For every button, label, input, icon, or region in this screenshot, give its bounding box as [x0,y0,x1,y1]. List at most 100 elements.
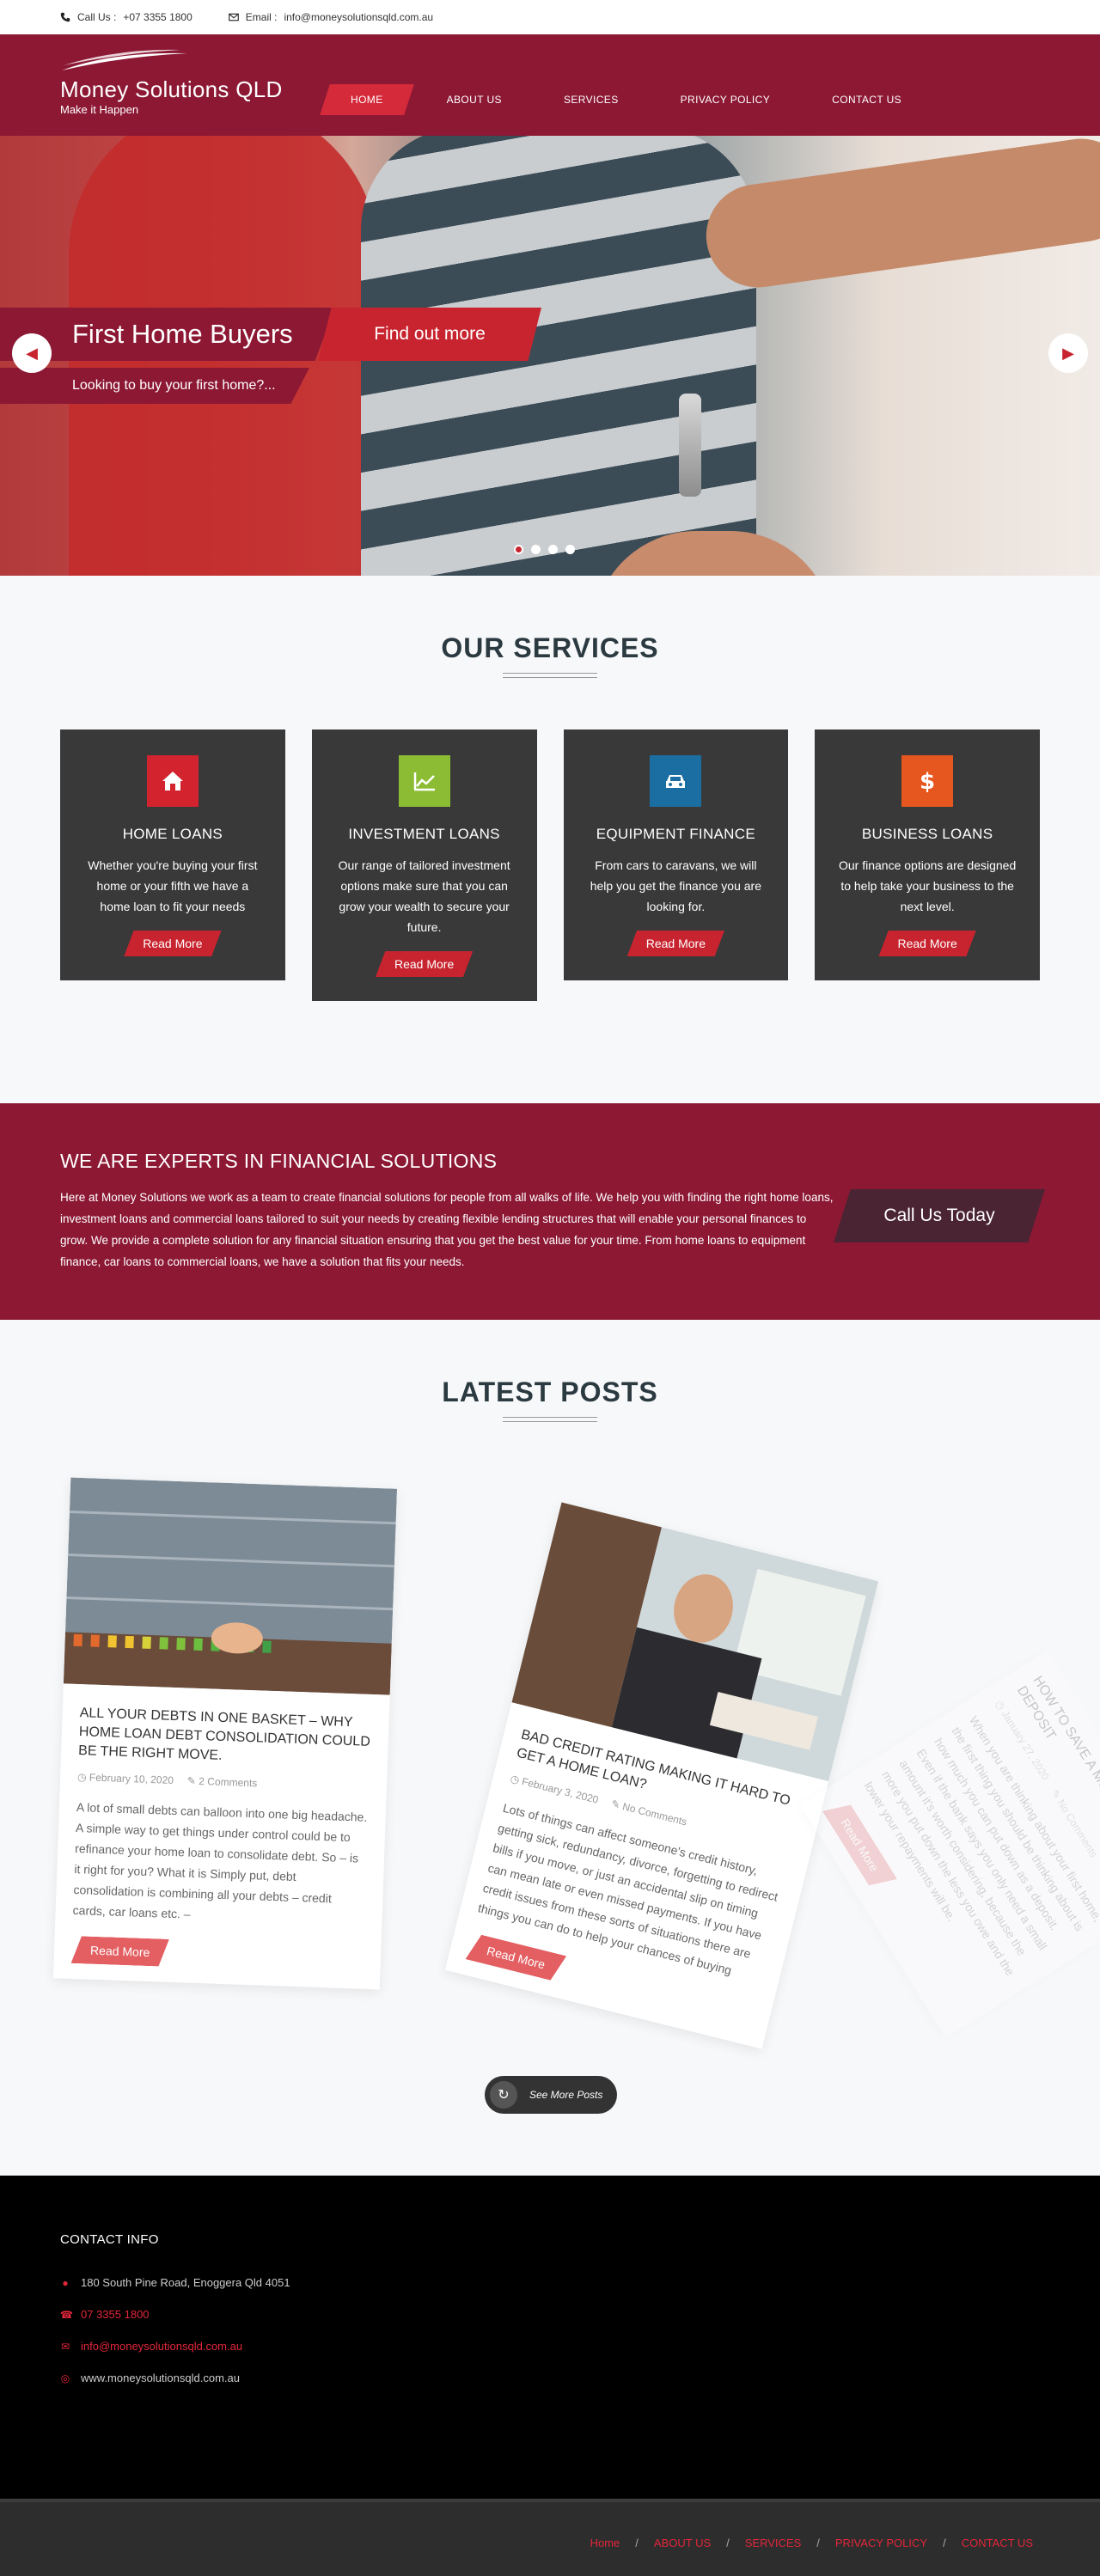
read-more-button[interactable]: Read More [466,1932,567,1982]
post-comments-text: 2 Comments [199,1774,258,1790]
bottom-nav-contact-us[interactable]: CONTACT US [962,2536,1033,2549]
service-card-equipment-finance: EQUIPMENT FINANCE From cars to caravans,… [563,729,789,980]
site-logo[interactable]: Money Solutions QLD Make it Happen [60,48,283,116]
service-name: INVESTMENT LOANS [348,826,500,842]
chart-line-icon [398,755,450,807]
bottom-nav-about-us[interactable]: ABOUT US [654,2536,711,2549]
posts-title: LATEST POSTS [442,1377,658,1407]
svg-text:$: $ [920,769,935,795]
service-name: BUSINESS LOANS [861,826,993,842]
title-divider [503,673,597,678]
post-meta: ◷ February 10, 2020 ✎ 2 Comments [77,1771,370,1793]
post-title[interactable]: ALL YOUR DEBTS IN ONE BASKET – WHY HOME … [78,1704,372,1771]
service-text: Our finance options are designed to help… [839,858,1017,913]
slider-dot[interactable] [514,545,523,554]
separator: / [726,2536,730,2549]
map-marker-icon: ● [62,2276,69,2289]
topbar-email[interactable]: Email : info@moneysolutionsqld.com.au [228,11,433,23]
separator: / [635,2536,639,2549]
envelope-icon: ✉ [60,2340,70,2353]
car-icon [650,755,702,807]
latest-posts-section: LATEST POSTS ALL YOUR DEBTS IN ONE BASKE… [0,1320,1100,2176]
services-section: OUR SERVICES HOME LOANS Whether you're b… [0,576,1100,1103]
phone-icon [60,12,70,22]
service-text: Our range of tailored investment options… [338,858,510,934]
slider-prev-button[interactable]: ◀ [12,333,52,373]
post-comments[interactable]: ✎ 2 Comments [187,1774,258,1789]
top-bar: Call Us : +07 3355 1800 Email : info@mon… [0,0,1100,34]
service-card-home-loans: HOME LOANS Whether you're buying your fi… [60,729,285,980]
phone-icon: ☎ [60,2308,73,2321]
slider-dot[interactable] [531,545,541,554]
share-left-icon: ◀ [26,344,38,362]
experts-section: WE ARE EXPERTS IN FINANCIAL SOLUTIONS He… [0,1103,1100,1320]
hero-slider: First Home Buyers Find out more Looking … [0,136,1100,576]
post-card[interactable]: ALL YOUR DEBTS IN ONE BASKET – WHY HOME … [52,1477,398,1990]
address-text: 180 South Pine Road, Enoggera Qld 4051 [81,2276,290,2289]
phone-link[interactable]: 07 3355 1800 [81,2308,150,2321]
post-date-text: February 10, 2020 [89,1771,174,1786]
footer-phone[interactable]: ☎ 07 3355 1800 [60,2308,1040,2321]
slider-dots [514,545,575,554]
phone-number[interactable]: +07 3355 1800 [123,11,192,23]
services-grid: HOME LOANS Whether you're buying your fi… [0,729,1100,1001]
read-more-button[interactable]: Read More [878,931,976,956]
topbar-phone[interactable]: Call Us : +07 3355 1800 [60,11,192,23]
refresh-icon: ↻ [490,2081,517,2109]
nav-home[interactable]: HOME [320,84,414,115]
nav-about-us[interactable]: ABOUT US [416,84,533,115]
email-label: Email : [245,11,278,23]
globe-icon: ◎ [60,2372,70,2384]
see-more-posts-button[interactable]: ↻ See More Posts [485,2076,617,2114]
slider-dot[interactable] [565,545,575,554]
contact-info-title: CONTACT INFO [60,2232,159,2247]
site-header: Money Solutions QLD Make it Happen HOME … [0,34,1100,136]
post-comments-text: No Comments [620,1800,688,1828]
hero-subtitle: Looking to buy your first home?... [0,368,309,404]
hero-cta-button[interactable]: Find out more [318,308,541,361]
hero-photo-key [679,394,701,497]
footer-website[interactable]: ◎ www.moneysolutionsqld.com.au [60,2372,1040,2384]
bottom-nav-privacy-policy[interactable]: PRIVACY POLICY [835,2536,927,2549]
bottom-bar: Home / ABOUT US / SERVICES / PRIVACY POL… [0,2499,1100,2576]
post-image-dominoes [63,1477,398,1695]
brand-name: Money Solutions QLD [60,76,283,102]
nav-contact-us[interactable]: CONTACT US [801,84,932,115]
title-divider [503,1417,597,1422]
service-name: HOME LOANS [122,826,223,842]
footer-email[interactable]: ✉ info@moneysolutionsqld.com.au [60,2340,1040,2353]
read-more-button[interactable]: Read More [71,1936,169,1967]
post-date: ◷ February 10, 2020 [76,1771,174,1786]
email-address[interactable]: info@moneysolutionsqld.com.au [284,11,433,23]
dollar-icon: $ [901,755,954,807]
email-link[interactable]: info@moneysolutionsqld.com.au [81,2340,242,2353]
read-more-button[interactable]: Read More [124,931,222,956]
brand-tagline: Make it Happen [60,103,139,116]
read-more-button[interactable]: Read More [375,951,474,977]
experts-title: WE ARE EXPERTS IN FINANCIAL SOLUTIONS [60,1150,498,1172]
services-title: OUR SERVICES [441,632,659,663]
service-card-business-loans: $ BUSINESS LOANS Our finance options are… [815,729,1040,980]
service-text: From cars to caravans, we will help you … [590,858,761,913]
post-body: ALL YOUR DEBTS IN ONE BASKET – WHY HOME … [53,1688,390,1989]
envelope-icon [228,13,239,21]
slider-next-button[interactable]: ▶ [1048,333,1088,373]
website-link[interactable]: www.moneysolutionsqld.com.au [81,2372,240,2384]
post-card[interactable]: BAD CREDIT RATING MAKING IT HARD TO GET … [444,1502,879,2049]
logo-swoosh-icon [62,49,187,70]
bottom-nav: Home / ABOUT US / SERVICES / PRIVACY POL… [590,2536,1033,2549]
nav-services[interactable]: SERVICES [533,84,650,115]
separator: / [816,2536,820,2549]
share-right-icon: ▶ [1062,344,1074,362]
separator: / [943,2536,946,2549]
footer-address: ● 180 South Pine Road, Enoggera Qld 4051 [60,2276,1040,2289]
hero-photo-arm [700,136,1100,295]
slider-dot[interactable] [548,545,558,554]
bottom-nav-home[interactable]: Home [590,2536,620,2549]
service-name: EQUIPMENT FINANCE [596,826,755,842]
call-us-button[interactable]: Call Us Today [834,1189,1045,1242]
nav-privacy-policy[interactable]: PRIVACY POLICY [650,84,802,115]
home-icon [146,755,199,807]
read-more-button[interactable]: Read More [626,931,724,956]
bottom-nav-services[interactable]: SERVICES [745,2536,802,2549]
